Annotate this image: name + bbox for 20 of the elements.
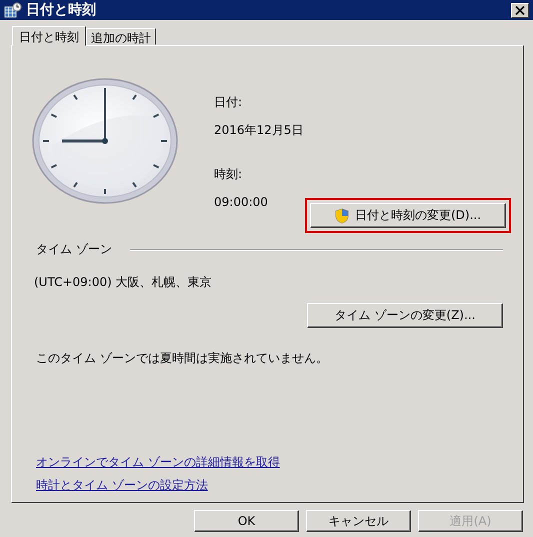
dialog-button[interactable]: OK (194, 510, 299, 532)
close-icon (515, 6, 525, 14)
time-label: 時刻: (214, 166, 244, 182)
close-button[interactable] (511, 2, 529, 18)
help-link[interactable]: 時計とタイム ゾーンの設定方法 (36, 477, 208, 494)
dialog-button[interactable]: キャンセル (306, 510, 411, 532)
change-date-time-button[interactable]: 日付と時刻の変更(D)... (310, 203, 506, 228)
tab[interactable]: 追加の時計 (86, 28, 156, 45)
section-heading: タイム ゾーン (36, 241, 112, 258)
help-link[interactable]: オンラインでタイム ゾーンの詳細情報を取得 (36, 454, 280, 471)
dst-note: このタイム ゾーンでは夏時間は実施されていません。 (36, 350, 329, 367)
change-time-zone-button[interactable]: タイム ゾーンの変更(Z)... (307, 303, 503, 328)
time-zone-value: (UTC+09:00) 大阪、札幌、東京 (34, 274, 213, 291)
date-value: 2016年12月5日 (214, 122, 304, 138)
calendar-clock-icon (4, 2, 22, 18)
date-label: 日付: (214, 94, 244, 110)
time-value: 09:00:00 (214, 194, 269, 210)
window-title: 日付と時刻 (26, 1, 97, 19)
tab[interactable]: 日付と時刻 (12, 26, 86, 46)
shield-icon (334, 208, 349, 224)
